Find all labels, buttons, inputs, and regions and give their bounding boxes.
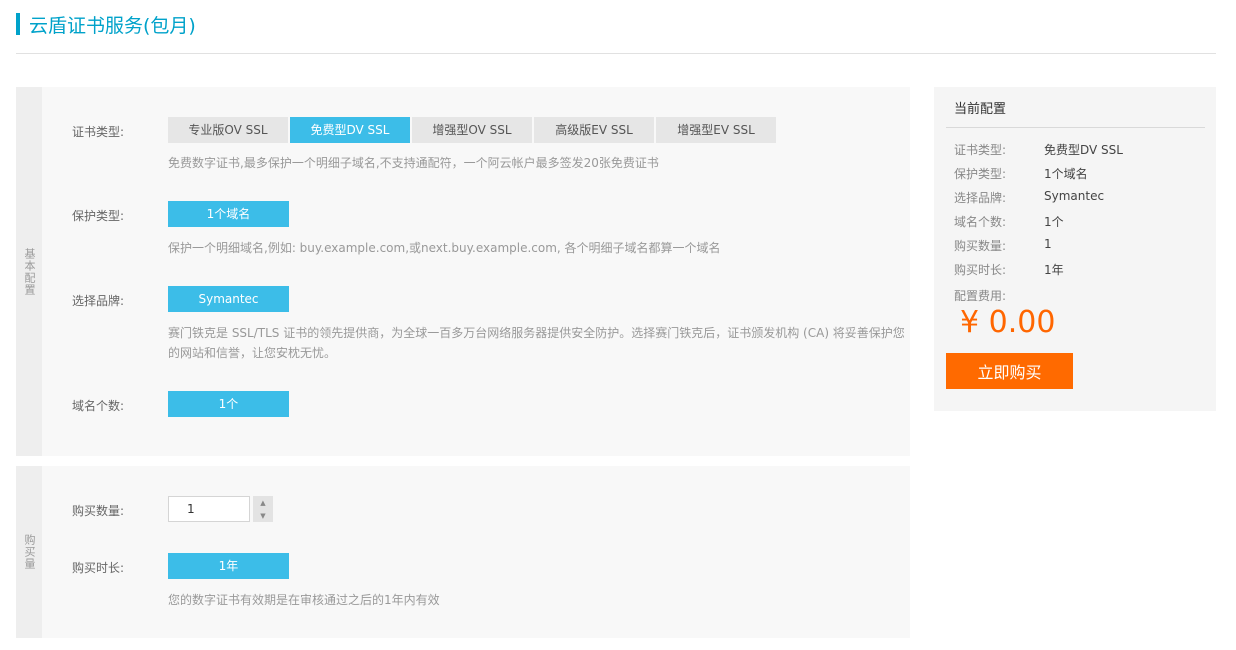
brand-option-symantec[interactable]: Symantec bbox=[168, 286, 289, 312]
summary-value: Symantec bbox=[1044, 189, 1105, 203]
title-accent-bar bbox=[16, 13, 20, 35]
brand-description-line2: 的网站和信誉，让您安枕无忧。 bbox=[168, 346, 337, 360]
purchase-section: 购买量 购买数量: ▲ ▼ 购买时长: 1年 您的数字证书有效期是在审核通过之后… bbox=[16, 466, 910, 638]
purchase-tab: 购买量 bbox=[16, 466, 42, 638]
quantity-stepper-arrows: ▲ ▼ bbox=[253, 496, 273, 522]
protect-type-label: 保护类型: bbox=[72, 209, 125, 223]
current-config-title: 当前配置 bbox=[954, 102, 1007, 117]
quantity-label: 购买数量: bbox=[72, 504, 125, 518]
cert-type-option-enhanced-ov[interactable]: 增强型OV SSL bbox=[412, 117, 532, 143]
summary-value: 免费型DV SSL bbox=[1044, 143, 1123, 157]
summary-key: 选择品牌: bbox=[954, 191, 1007, 205]
summary-value: 1个域名 bbox=[1044, 167, 1088, 181]
summary-value: 1年 bbox=[1044, 263, 1064, 277]
caret-down-icon[interactable]: ▼ bbox=[253, 509, 273, 522]
summary-value: 1 bbox=[1044, 237, 1052, 251]
domain-count-option[interactable]: 1个 bbox=[168, 391, 289, 417]
header-divider bbox=[16, 53, 1216, 54]
cert-type-label: 证书类型: bbox=[72, 125, 125, 139]
cert-type-option-advanced-ev[interactable]: 高级版EV SSL bbox=[534, 117, 654, 143]
page-title: 云盾证书服务(包月) bbox=[29, 14, 196, 37]
summary-key: 保护类型: bbox=[954, 167, 1007, 181]
summary-key: 证书类型: bbox=[954, 143, 1007, 157]
brand-description-line1: 赛门铁克是 SSL/TLS 证书的领先提供商，为全球一百多万台网络服务器提供安全… bbox=[168, 326, 905, 340]
brand-label: 选择品牌: bbox=[72, 294, 125, 308]
duration-description: 您的数字证书有效期是在审核通过之后的1年内有效 bbox=[168, 593, 440, 607]
purchase-section-label: 购买量 bbox=[23, 534, 36, 570]
summary-key: 购买数量: bbox=[954, 239, 1007, 253]
cert-type-option-free-dv[interactable]: 免费型DV SSL bbox=[290, 117, 410, 143]
fee-value: ¥ 0.00 bbox=[960, 305, 1056, 340]
caret-up-icon[interactable]: ▲ bbox=[253, 496, 273, 509]
protect-type-option[interactable]: 1个域名 bbox=[168, 201, 289, 227]
cert-type-option-pro-ov[interactable]: 专业版OV SSL bbox=[168, 117, 288, 143]
basic-config-section: 基本配置 证书类型: 专业版OV SSL 免费型DV SSL 增强型OV SSL… bbox=[16, 87, 910, 456]
page-header: 云盾证书服务(包月) bbox=[16, 11, 196, 37]
cert-type-description: 免费数字证书,最多保护一个明细子域名,不支持通配符，一个阿云帐户最多签发20张免… bbox=[168, 156, 659, 170]
protect-type-description: 保护一个明细域名,例如: buy.example.com,或next.buy.e… bbox=[168, 241, 721, 255]
buy-now-button[interactable]: 立即购买 bbox=[946, 353, 1073, 389]
summary-key: 购买时长: bbox=[954, 263, 1007, 277]
cert-type-option-enhanced-ev[interactable]: 增强型EV SSL bbox=[656, 117, 776, 143]
fee-label: 配置费用: bbox=[954, 289, 1007, 303]
duration-label: 购买时长: bbox=[72, 561, 125, 575]
quantity-input[interactable] bbox=[168, 496, 250, 522]
summary-divider bbox=[946, 127, 1205, 128]
current-config-panel: 当前配置 证书类型: 免费型DV SSL 保护类型: 1个域名 选择品牌: Sy… bbox=[934, 87, 1216, 411]
domain-count-label: 域名个数: bbox=[72, 399, 125, 413]
quantity-stepper: ▲ ▼ bbox=[168, 496, 273, 522]
summary-key: 域名个数: bbox=[954, 215, 1007, 229]
basic-config-tab: 基本配置 bbox=[16, 87, 42, 456]
basic-config-label: 基本配置 bbox=[23, 247, 36, 296]
duration-option[interactable]: 1年 bbox=[168, 553, 289, 579]
summary-value: 1个 bbox=[1044, 215, 1064, 229]
